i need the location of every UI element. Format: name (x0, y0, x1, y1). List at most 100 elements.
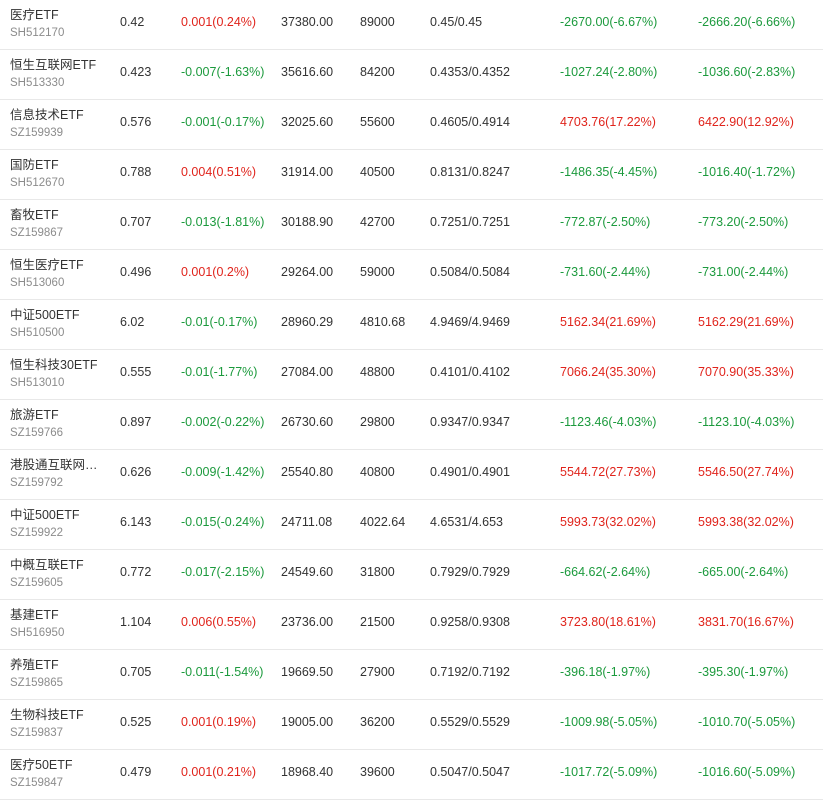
etf-name[interactable]: 医疗ETF (10, 4, 59, 23)
profit-loss: -1486.35(-4.45%) (560, 165, 658, 179)
last-price: 0.525 (120, 715, 152, 729)
etf-name[interactable]: 中证500ETF (10, 304, 79, 323)
turnover-amount: 19005.00 (281, 715, 334, 729)
profit-loss: -731.60(-2.44%) (560, 265, 651, 279)
turnover-amount: 26730.60 (281, 415, 334, 429)
table-row[interactable]: 医疗50ETF SZ159847 0.479 0.001(0.21%) 18968.40… (0, 750, 823, 800)
price-change: -0.01(-0.17%) (181, 315, 258, 329)
profit-loss-alt: -1036.60(-2.83%) (698, 65, 796, 79)
table-row[interactable]: 中证500ETF SZ159922 6.143 -0.015(-0.24%) 24711… (0, 500, 823, 550)
profit-loss: -1009.98(-5.05%) (560, 715, 658, 729)
turnover-amount: 19669.50 (281, 665, 334, 679)
etf-name[interactable]: 养殖ETF (10, 654, 59, 673)
etf-code: SH513330 (10, 77, 65, 89)
bid-ask: 0.8131/0.8247 (430, 165, 510, 179)
price-change: -0.01(-1.77%) (181, 365, 258, 379)
bid-ask: 0.4101/0.4102 (430, 365, 510, 379)
volume: 36200 (360, 715, 395, 729)
etf-name[interactable]: 医疗50ETF (10, 754, 73, 773)
etf-code: SZ159922 (10, 527, 64, 539)
last-price: 0.555 (120, 365, 152, 379)
bid-ask: 0.5047/0.5047 (430, 765, 510, 779)
table-row[interactable]: 恒生科技30ETF SH513010 0.555 -0.01(-1.77%) 27084… (0, 350, 823, 400)
table-row[interactable]: 生物科技ETF SZ159837 0.525 0.001(0.19%) 19005.00… (0, 700, 823, 750)
etf-code: SH510500 (10, 327, 65, 339)
turnover-amount: 23736.00 (281, 615, 334, 629)
etf-name[interactable]: 恒生科技30ETF (10, 354, 98, 373)
profit-loss: 5544.72(27.73%) (560, 465, 656, 479)
table-row[interactable]: 医疗ETF SH512170 0.42 0.001(0.24%) 37380.00 890… (0, 0, 823, 50)
profit-loss-alt: 6422.90(12.92%) (698, 115, 794, 129)
profit-loss-alt: -1016.60(-5.09%) (698, 765, 796, 779)
last-price: 0.788 (120, 165, 152, 179)
etf-name[interactable]: 旅游ETF (10, 404, 59, 423)
price-change: 0.001(0.2%) (181, 265, 250, 279)
turnover-amount: 25540.80 (281, 465, 334, 479)
price-change: 0.001(0.24%) (181, 15, 257, 29)
bid-ask: 0.5084/0.5084 (430, 265, 510, 279)
table-row[interactable]: 基建ETF SH516950 1.104 0.006(0.55%) 23736.00 21… (0, 600, 823, 650)
bid-ask: 0.4901/0.4901 (430, 465, 510, 479)
price-change: -0.007(-1.63%) (181, 65, 265, 79)
etf-name[interactable]: 生物科技ETF (10, 704, 84, 723)
etf-code: SZ159766 (10, 427, 64, 439)
etf-name[interactable]: 恒生医疗ETF (10, 254, 84, 273)
last-price: 6.02 (120, 315, 145, 329)
volume: 42700 (360, 215, 395, 229)
profit-loss-alt: -1123.10(-4.03%) (698, 415, 795, 429)
bid-ask: 4.6531/4.653 (430, 515, 503, 529)
etf-name[interactable]: 国防ETF (10, 154, 59, 173)
turnover-amount: 35616.60 (281, 65, 334, 79)
price-change: -0.009(-1.42%) (181, 465, 265, 479)
bid-ask: 0.5529/0.5529 (430, 715, 510, 729)
table-row[interactable]: 国防ETF SH512670 0.788 0.004(0.51%) 31914.00 40… (0, 150, 823, 200)
etf-code: SZ159865 (10, 677, 64, 689)
etf-name[interactable]: 信息技术ETF (10, 104, 84, 123)
profit-loss-alt: 5162.29(21.69%) (698, 315, 794, 329)
etf-name[interactable]: 港股通互联网… (10, 454, 98, 473)
profit-loss: -772.87(-2.50%) (560, 215, 651, 229)
etf-name[interactable]: 中概互联ETF (10, 554, 84, 573)
table-row[interactable]: 港股通互联网… SZ159792 0.626 -0.009(-1.42%) 25540.… (0, 450, 823, 500)
bid-ask: 0.7251/0.7251 (430, 215, 510, 229)
etf-code: SZ159939 (10, 127, 64, 139)
etf-name[interactable]: 基建ETF (10, 604, 59, 623)
profit-loss: -1123.46(-4.03%) (560, 415, 657, 429)
table-row[interactable]: 畜牧ETF SZ159867 0.707 -0.013(-1.81%) 30188.90… (0, 200, 823, 250)
profit-loss: 3723.80(18.61%) (560, 615, 656, 629)
etf-name[interactable]: 中证500ETF (10, 504, 79, 523)
table-row[interactable]: 旅游ETF SZ159766 0.897 -0.002(-0.22%) 26730.60… (0, 400, 823, 450)
last-price: 1.104 (120, 615, 152, 629)
turnover-amount: 18968.40 (281, 765, 334, 779)
volume: 4022.64 (360, 515, 406, 529)
volume: 48800 (360, 365, 395, 379)
volume: 40500 (360, 165, 395, 179)
etf-name[interactable]: 恒生互联网ETF (10, 54, 96, 73)
table-row[interactable]: 恒生医疗ETF SH513060 0.496 0.001(0.2%) 29264.00 5… (0, 250, 823, 300)
turnover-amount: 24711.08 (281, 515, 333, 529)
etf-code: SZ159837 (10, 727, 64, 739)
profit-loss-alt: 3831.70(16.67%) (698, 615, 794, 629)
profit-loss: 4703.76(17.22%) (560, 115, 656, 129)
etf-code: SH512670 (10, 177, 65, 189)
last-price: 0.423 (120, 65, 152, 79)
bid-ask: 0.7192/0.7192 (430, 665, 510, 679)
turnover-amount: 37380.00 (281, 15, 334, 29)
last-price: 0.772 (120, 565, 152, 579)
bid-ask: 0.9258/0.9308 (430, 615, 510, 629)
table-row[interactable]: 恒生互联网ETF SH513330 0.423 -0.007(-1.63%) 35616… (0, 50, 823, 100)
etf-name[interactable]: 畜牧ETF (10, 204, 59, 223)
table-row[interactable]: 中概互联ETF SZ159605 0.772 -0.017(-2.15%) 24549.… (0, 550, 823, 600)
volume: 4810.68 (360, 315, 406, 329)
profit-loss-alt: -731.00(-2.44%) (698, 265, 789, 279)
table-row[interactable]: 养殖ETF SZ159865 0.705 -0.011(-1.54%) 19669.50… (0, 650, 823, 700)
etf-code: SZ159847 (10, 777, 64, 789)
etf-code: SZ159792 (10, 477, 64, 489)
holdings-table: 医疗ETF SH512170 0.42 0.001(0.24%) 37380.00 890… (0, 0, 823, 800)
table-row[interactable]: 中证500ETF SH510500 6.02 -0.01(-0.17%) 28960.2… (0, 300, 823, 350)
bid-ask: 0.4605/0.4914 (430, 115, 510, 129)
turnover-amount: 27084.00 (281, 365, 334, 379)
table-row[interactable]: 信息技术ETF SZ159939 0.576 -0.001(-0.17%) 32025.… (0, 100, 823, 150)
volume: 31800 (360, 565, 395, 579)
turnover-amount: 28960.29 (281, 315, 334, 329)
